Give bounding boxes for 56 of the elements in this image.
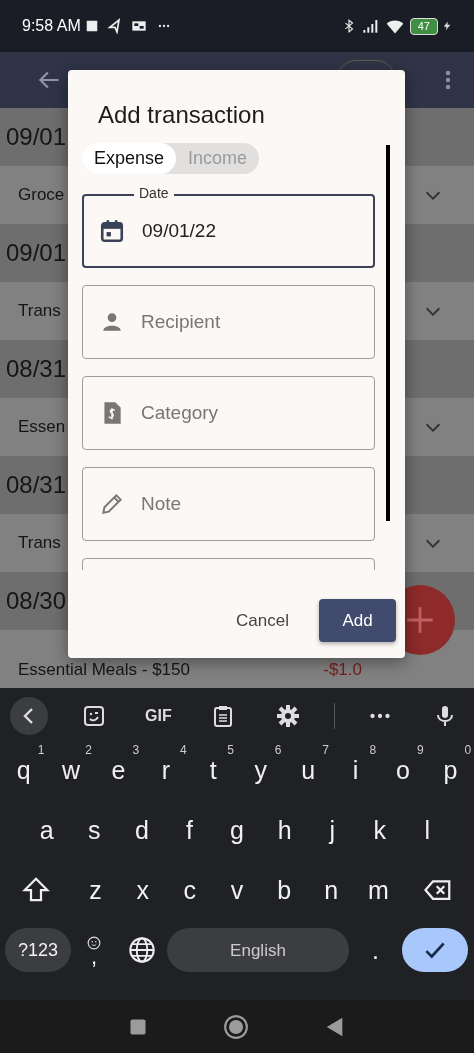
keyboard-key[interactable]: d bbox=[118, 804, 166, 856]
transaction-title: Trans bbox=[18, 300, 61, 323]
keyboard-key[interactable]: z bbox=[72, 864, 120, 916]
segment-tab[interactable]: Expense bbox=[82, 143, 177, 174]
more-icon bbox=[370, 713, 391, 719]
notification-square-icon bbox=[84, 19, 99, 33]
app-notification-icon bbox=[130, 18, 147, 34]
cancel-button[interactable]: Cancel bbox=[230, 606, 295, 635]
emoji-icon bbox=[87, 936, 101, 950]
input-field[interactable]: Recipient bbox=[82, 285, 375, 359]
navigation-icon bbox=[106, 18, 123, 34]
transaction-title: Groce bbox=[18, 184, 65, 207]
date-header: 08/31 bbox=[6, 470, 67, 500]
keyboard-key[interactable]: m bbox=[354, 864, 402, 916]
keyboard-key[interactable]: s bbox=[70, 804, 119, 856]
gif-button[interactable]: GIF bbox=[139, 697, 178, 735]
date-header: 08/31 bbox=[6, 354, 67, 384]
keyboard-key[interactable]: k bbox=[355, 804, 404, 856]
keyboard-key[interactable]: h bbox=[260, 804, 309, 856]
field-label: Date bbox=[134, 185, 174, 201]
dialog-title: Add transaction bbox=[98, 100, 265, 130]
status-time: 9:58 AM bbox=[22, 16, 81, 36]
home-icon[interactable] bbox=[223, 1013, 249, 1040]
scrollbar[interactable] bbox=[386, 145, 390, 521]
date-header: 09/01 bbox=[6, 238, 67, 268]
keyboard-key[interactable]: j bbox=[308, 804, 356, 856]
battery-level: 47 bbox=[409, 17, 438, 35]
keyboard-key[interactable]: b bbox=[260, 864, 308, 916]
input-field[interactable]: Category bbox=[82, 376, 375, 450]
sticker-icon bbox=[81, 704, 106, 728]
pencil-icon bbox=[99, 491, 125, 517]
keyboard-key[interactable]: c bbox=[166, 864, 214, 916]
input-field[interactable]: Note bbox=[82, 467, 375, 541]
globe-icon bbox=[128, 936, 156, 964]
transaction-title: Essential Meals - $150 bbox=[18, 658, 190, 681]
add-button[interactable]: Add bbox=[319, 599, 396, 642]
enter-key[interactable] bbox=[402, 928, 468, 972]
keyboard-key[interactable]: a bbox=[23, 804, 71, 856]
keyboard-key[interactable]: f bbox=[165, 804, 214, 856]
keyboard-key[interactable]: l bbox=[403, 804, 452, 856]
space-bar[interactable]: English bbox=[167, 928, 349, 972]
keyboard-key[interactable]: v bbox=[213, 864, 261, 916]
transaction-title: Essen bbox=[18, 416, 66, 439]
date-header: 09/01 bbox=[6, 122, 67, 152]
keyboard-key[interactable]: n bbox=[307, 864, 355, 916]
keyboard-key[interactable]: x bbox=[119, 864, 167, 916]
settings-icon bbox=[275, 704, 300, 728]
calendar-icon bbox=[99, 218, 125, 244]
date-header: 08/30 bbox=[6, 586, 67, 616]
emoji-comma-key[interactable]: , bbox=[71, 924, 117, 976]
keyboard-key[interactable]: g bbox=[213, 804, 261, 856]
transaction-amount: -$1.0 bbox=[323, 658, 362, 681]
transaction-title: Trans bbox=[18, 532, 61, 555]
back-button[interactable] bbox=[10, 697, 48, 735]
period-key[interactable]: . bbox=[349, 924, 402, 976]
symbols-key[interactable]: ?123 bbox=[5, 928, 71, 972]
